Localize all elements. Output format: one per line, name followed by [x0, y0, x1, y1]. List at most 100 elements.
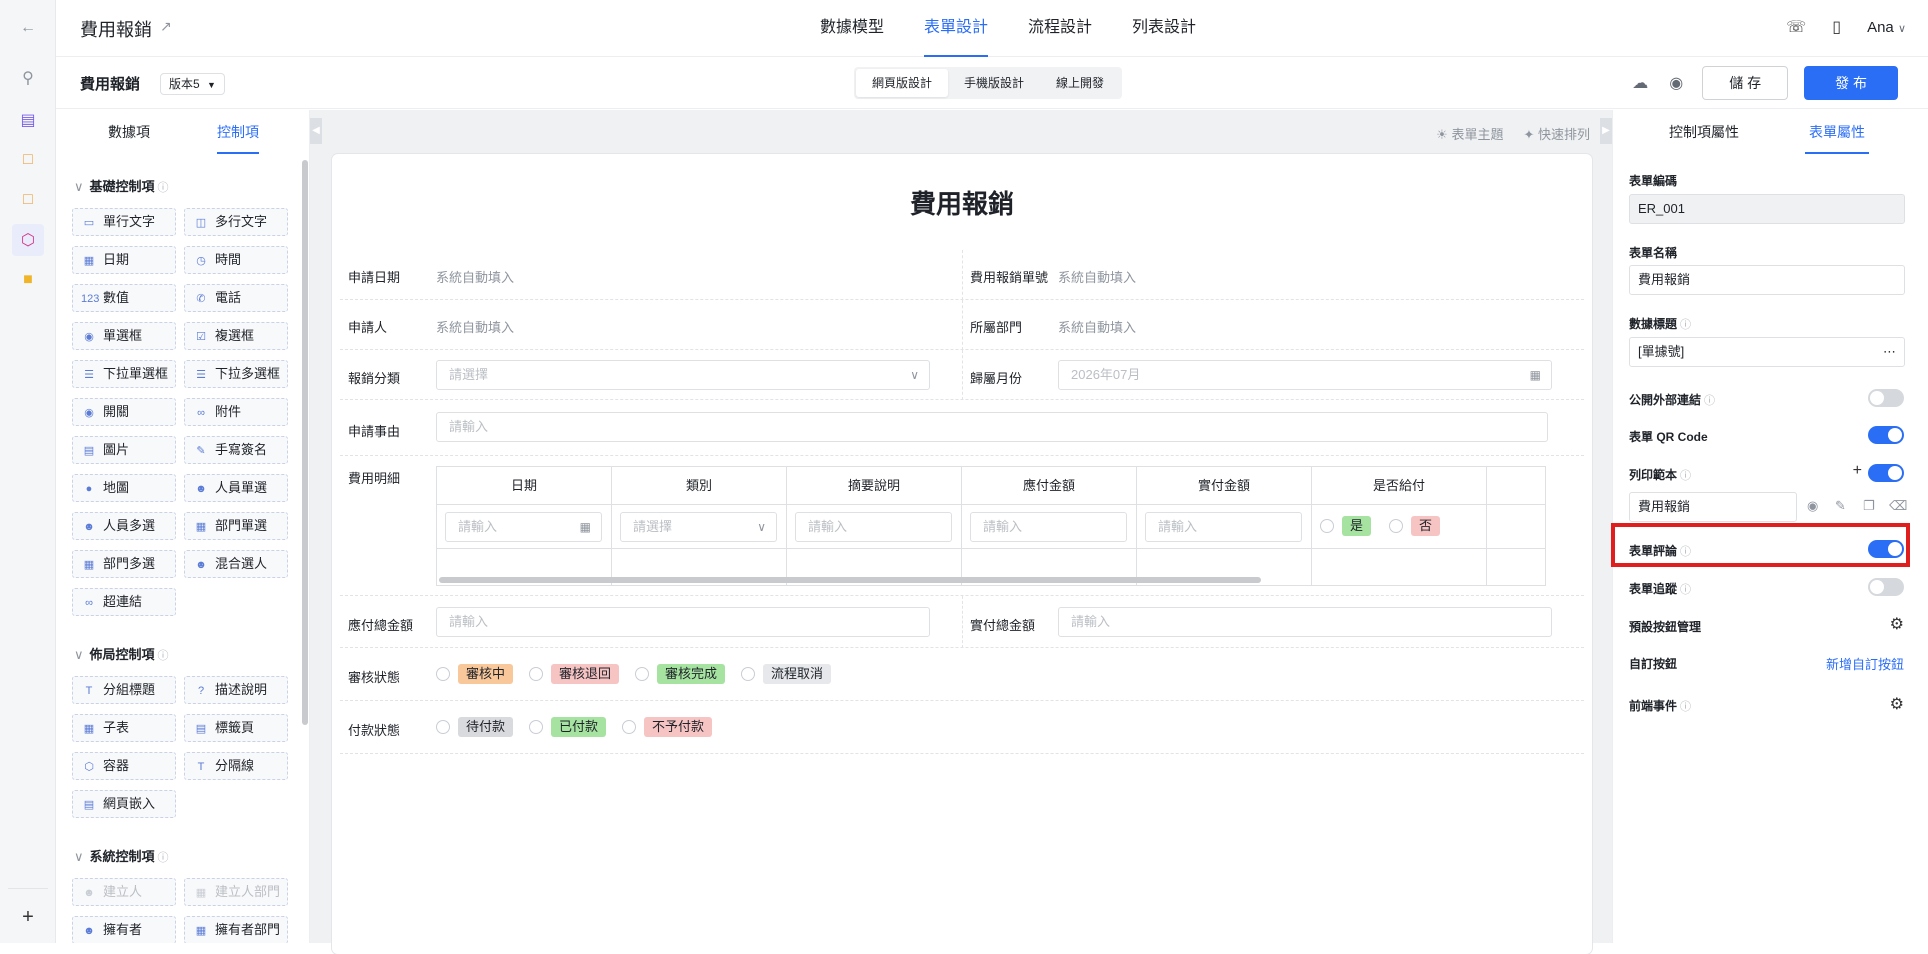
cube-icon[interactable]: ⬡ [12, 224, 44, 256]
radio-pending[interactable] [436, 720, 450, 734]
group-layout-controls[interactable]: ∨ 佈局控制項 ⓘ [74, 644, 169, 663]
column-paid[interactable]: 實付金額 [1137, 467, 1312, 505]
qr-toggle[interactable] [1868, 426, 1904, 444]
radio-approved[interactable] [635, 667, 650, 681]
group-basic-controls[interactable]: ∨ 基礎控制項 ⓘ [74, 176, 169, 195]
applicant-value[interactable]: 系統自動填入 [436, 317, 514, 336]
form-trace-toggle[interactable] [1868, 578, 1904, 596]
column-summary[interactable]: 摘要說明 [787, 467, 962, 505]
radio-reviewing[interactable] [436, 667, 450, 681]
help-icon[interactable]: ⓘ [1680, 470, 1691, 482]
radio-no[interactable] [1389, 519, 1404, 533]
column-is-paid[interactable]: 是否給付 [1312, 467, 1487, 505]
control-phone[interactable]: ✆ 電話 [184, 284, 288, 312]
version-select[interactable]: 版本5 ▼ [160, 73, 225, 95]
control-owner[interactable]: ☻ 擁有者 [72, 916, 176, 943]
payable-input[interactable]: 請輸入 [970, 512, 1127, 542]
table-icon[interactable]: ▤ [16, 108, 40, 132]
radio-yes[interactable] [1320, 519, 1334, 533]
mode-online-dev[interactable]: 線上開發 [1040, 69, 1120, 97]
summary-input[interactable]: 請輸入 [795, 512, 952, 542]
public-link-toggle[interactable] [1868, 389, 1904, 407]
radio-returned[interactable] [529, 667, 544, 681]
control-multi-line-text[interactable]: ◫ 多行文字 [184, 208, 288, 236]
control-owner-dept[interactable]: ▦ 擁有者部門 [184, 916, 288, 943]
radio-cancelled[interactable] [741, 667, 756, 681]
category-select[interactable]: 請選擇 ∨ [436, 360, 930, 390]
control-image[interactable]: ▤ 圖片 [72, 436, 176, 464]
add-template-icon[interactable]: + [1853, 462, 1862, 480]
external-link-icon[interactable]: ↗ [160, 18, 172, 35]
message-icon[interactable]: □ [16, 148, 40, 172]
tab-data-model[interactable]: 數據模型 [800, 0, 904, 57]
control-dropdown-multi[interactable]: ☰ 下拉多選框 [184, 360, 288, 388]
claim-no-value[interactable]: 系統自動填入 [1058, 267, 1136, 286]
control-description[interactable]: ? 描述說明 [184, 676, 288, 704]
mode-web[interactable]: 網頁版設計 [856, 69, 949, 97]
control-hyperlink[interactable]: ∞ 超連結 [72, 588, 176, 616]
radio-paid[interactable] [529, 720, 544, 734]
search-icon[interactable]: ⚲ [16, 66, 40, 90]
month-picker[interactable]: 2026年07月 ▦ [1058, 360, 1552, 390]
back-arrow-icon[interactable]: ← [16, 16, 40, 40]
add-icon[interactable]: + [16, 905, 40, 929]
control-mixed-select[interactable]: ☻ 混合選人 [184, 550, 288, 578]
tab-form-design[interactable]: 表單設計 [904, 0, 1008, 57]
control-divider[interactable]: T 分隔線 [184, 752, 288, 780]
group-system-controls[interactable]: ∨ 系統控制項 ⓘ [74, 846, 169, 865]
control-radio[interactable]: ◉ 單選框 [72, 322, 176, 350]
control-map[interactable]: ● 地圖 [72, 474, 176, 502]
control-user-multi[interactable]: ☻ 人員多選 [72, 512, 176, 540]
control-group-title[interactable]: T 分組標題 [72, 676, 176, 704]
control-container[interactable]: ⬡ 容器 [72, 752, 176, 780]
help-icon[interactable]: ⓘ [1704, 395, 1715, 407]
subtable-scrollbar[interactable] [439, 577, 1261, 583]
control-web-embed[interactable]: ▤ 網頁嵌入 [72, 790, 176, 818]
category-select[interactable]: 請選擇 ∨ [620, 512, 777, 542]
tab-controls[interactable]: 控制項 [217, 122, 259, 154]
control-subtable[interactable]: ▦ 子表 [72, 714, 176, 742]
tab-flow-design[interactable]: 流程設計 [1008, 0, 1112, 57]
add-custom-button-link[interactable]: 新增自訂按鈕 [1826, 654, 1904, 673]
total-payable-input[interactable]: 請輸入 [436, 607, 930, 637]
publish-button[interactable]: 發 布 [1804, 66, 1898, 100]
quick-arrange-button[interactable]: ✦ 快速排列 [1523, 124, 1590, 143]
save-button[interactable]: 儲 存 [1702, 66, 1789, 100]
cloud-upload-icon[interactable]: ☁ [1630, 73, 1650, 93]
control-user-single[interactable]: ☻ 人員單選 [184, 474, 288, 502]
paid-input[interactable]: 請輸入 [1145, 512, 1302, 542]
support-icon[interactable]: ☏ [1786, 17, 1806, 37]
form-title[interactable]: 費用報銷 [332, 184, 1592, 221]
tab-data-items[interactable]: 數據項 [108, 122, 150, 142]
control-dropdown-single[interactable]: ☰ 下拉單選框 [72, 360, 176, 388]
control-date[interactable]: ▦ 日期 [72, 246, 176, 274]
edit-icon[interactable]: ✎ [1835, 498, 1846, 514]
radio-rejected[interactable] [622, 720, 637, 734]
folder-icon[interactable]: ■ [16, 268, 40, 292]
form-theme-button[interactable]: ☀ 表單主題 [1436, 124, 1503, 143]
control-tab-page[interactable]: ▤ 標籤頁 [184, 714, 288, 742]
control-number[interactable]: 123 數值 [72, 284, 176, 312]
gear-icon[interactable]: ⚙ [1890, 694, 1904, 714]
print-template-toggle[interactable] [1868, 464, 1904, 482]
gear-icon[interactable]: ⚙ [1890, 614, 1904, 634]
book-icon[interactable]: ▯ [1832, 17, 1841, 37]
control-checkbox[interactable]: ☑ 複選框 [184, 322, 288, 350]
help-icon[interactable]: ⓘ [1680, 319, 1691, 331]
department-value[interactable]: 系統自動填入 [1058, 317, 1136, 336]
data-title-field[interactable]: [單據號] ⋯ [1629, 337, 1905, 367]
control-time[interactable]: ◷ 時間 [184, 246, 288, 274]
tab-control-props[interactable]: 控制項屬性 [1669, 122, 1739, 142]
palette-scrollbar[interactable] [302, 160, 308, 725]
help-icon[interactable]: ⓘ [158, 852, 169, 864]
date-input[interactable]: 請輸入 ▦ [445, 512, 602, 542]
help-icon[interactable]: ⓘ [1680, 584, 1691, 596]
control-switch[interactable]: ◉ 開關 [72, 398, 176, 426]
control-dept-single[interactable]: ▦ 部門單選 [184, 512, 288, 540]
copy-icon[interactable]: ❐ [1863, 498, 1875, 514]
chat-icon[interactable]: □ [16, 188, 40, 212]
print-template-field[interactable]: 費用報銷 [1629, 492, 1797, 522]
help-icon[interactable]: ⓘ [158, 182, 169, 194]
mode-mobile[interactable]: 手機版設計 [948, 69, 1040, 97]
form-name-field[interactable]: 費用報銷 [1629, 265, 1905, 295]
